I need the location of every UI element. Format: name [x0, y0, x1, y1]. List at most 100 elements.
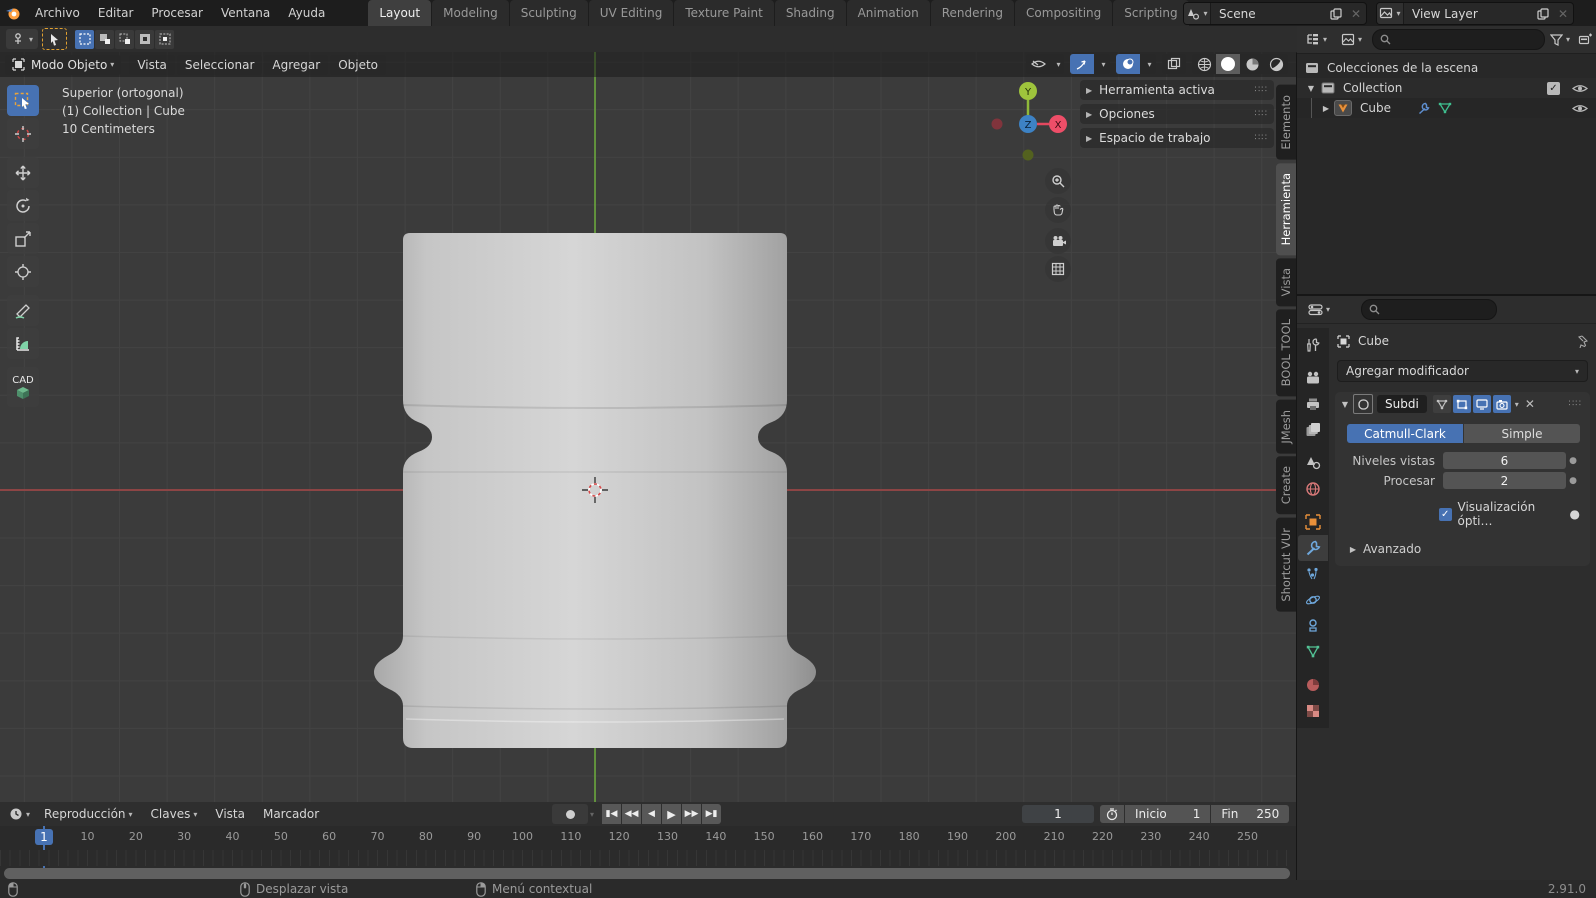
- render-levels-field[interactable]: 2: [1443, 472, 1566, 489]
- outliner-editor-type-button[interactable]: ▾: [1301, 30, 1332, 50]
- show-in-editmode-toggle[interactable]: [1452, 395, 1471, 413]
- workspace-tab-shading[interactable]: Shading: [774, 0, 846, 26]
- timeline-ruler[interactable]: 1 10 20 30 40 50 60 70 80 90 100 110 120 130 140 150 16…: [0, 826, 1296, 850]
- workspace-tab-sculpting[interactable]: Sculpting: [509, 0, 588, 26]
- workspace-tab-scripting[interactable]: Scripting: [1113, 0, 1189, 26]
- new-collection-button[interactable]: [1578, 33, 1592, 46]
- scene-copy-icon[interactable]: [1326, 3, 1346, 24]
- tool-select-box[interactable]: [7, 85, 39, 116]
- timeline-scrollbar[interactable]: [4, 868, 1290, 879]
- timeline-menu-reproducción[interactable]: Reproducción ▾: [35, 807, 142, 821]
- shading-material[interactable]: [1240, 54, 1264, 74]
- outliner-row-collection[interactable]: ▼ Collection ✓: [1297, 78, 1596, 98]
- viewport-menu-agregar[interactable]: Agregar: [264, 54, 329, 75]
- modifier-name-field[interactable]: Subdi: [1377, 395, 1427, 413]
- show-render-toggle[interactable]: [1492, 395, 1511, 413]
- pan-button[interactable]: [1045, 197, 1071, 223]
- expand-icon[interactable]: ▼: [1305, 84, 1317, 93]
- frame-start-field[interactable]: Inicio 1: [1125, 805, 1211, 823]
- drag-handle-icon[interactable]: ∷∷: [1569, 399, 1582, 409]
- tool-annotate[interactable]: [7, 295, 39, 326]
- advanced-section[interactable]: ▶ Avanzado: [1347, 542, 1590, 556]
- workspace-tab-uv-editing[interactable]: UV Editing: [588, 0, 674, 26]
- viewport-3d[interactable]: Modo Objeto ▾ Vista Seleccionar Agregar Obj…: [0, 52, 1296, 802]
- sidebar-tab-vista[interactable]: Vista: [1276, 258, 1296, 307]
- select-mode-intersect[interactable]: [155, 29, 175, 49]
- menu-ayuda[interactable]: Ayuda: [279, 0, 334, 26]
- properties-tab-scene[interactable]: [1298, 450, 1328, 476]
- modifier-close-icon[interactable]: ✕: [1525, 397, 1535, 411]
- properties-tab-world[interactable]: [1298, 476, 1328, 502]
- hide-eye-icon[interactable]: [1572, 83, 1588, 94]
- sidebar-tab-herramienta[interactable]: Herramienta: [1276, 162, 1296, 255]
- properties-tab-physics[interactable]: [1298, 587, 1328, 613]
- expand-icon[interactable]: ▶: [1320, 104, 1332, 113]
- sidebar-tab-jmesh[interactable]: JMesh: [1276, 399, 1296, 454]
- view-layer-icon[interactable]: ▾: [1377, 3, 1404, 24]
- workspace-tab-layout[interactable]: Layout: [368, 0, 432, 26]
- drag-handle-icon[interactable]: ∷∷: [1255, 133, 1268, 143]
- sidebar-tab-elemento[interactable]: Elemento: [1276, 85, 1296, 160]
- scene-icon[interactable]: ▾: [1184, 3, 1211, 24]
- outliner-display-mode-button[interactable]: ▾: [1336, 30, 1367, 50]
- catmull-clark-button[interactable]: Catmull-Clark: [1347, 424, 1463, 443]
- scene-selector[interactable]: ▾ Scene ✕: [1183, 2, 1367, 25]
- xray-toggle[interactable]: [1162, 54, 1186, 74]
- sidebar-tab-shortcut-vur[interactable]: Shortcut VUr: [1276, 517, 1296, 612]
- properties-tab-output[interactable]: [1298, 391, 1328, 417]
- outliner-filter-button[interactable]: ▾: [1549, 33, 1570, 46]
- prev-keyframe-button[interactable]: ◀◀: [622, 804, 642, 824]
- timeline-menu-claves[interactable]: Claves ▾: [142, 807, 207, 821]
- properties-tab-modifiers[interactable]: [1298, 535, 1328, 561]
- workspace-tab-animation[interactable]: Animation: [846, 0, 930, 26]
- panel-herramienta-activa[interactable]: ▶ Herramienta activa ∷∷: [1080, 80, 1274, 100]
- shading-wireframe[interactable]: [1192, 54, 1216, 74]
- modifier-wrench-icon[interactable]: [1417, 102, 1430, 115]
- show-viewport-toggle[interactable]: [1472, 395, 1491, 413]
- sidebar-tab-create[interactable]: Create: [1276, 456, 1296, 515]
- properties-tab-particles[interactable]: [1298, 561, 1328, 587]
- overlays-toggle[interactable]: [1116, 54, 1140, 74]
- gizmos-toggle[interactable]: [1070, 54, 1094, 74]
- workspace-tab-modeling[interactable]: Modeling: [432, 0, 509, 26]
- workspace-tab-compositing[interactable]: Compositing: [1015, 0, 1113, 26]
- properties-editor-type-button[interactable]: ▾: [1303, 300, 1335, 320]
- tool-move[interactable]: [7, 157, 39, 188]
- select-mode-new[interactable]: [75, 29, 95, 49]
- active-tool-button[interactable]: [42, 28, 68, 50]
- properties-tab-material[interactable]: [1298, 672, 1328, 698]
- menu-procesar[interactable]: Procesar: [142, 0, 212, 26]
- navigation-gizmo[interactable]: Y X Z: [988, 80, 1072, 168]
- play-reverse-button[interactable]: ◀: [642, 804, 662, 824]
- timeline-editor-type-button[interactable]: ▾: [4, 804, 35, 824]
- shading-solid[interactable]: [1216, 54, 1240, 74]
- jump-to-end-button[interactable]: ▶▮: [702, 804, 722, 824]
- panel-espacio-de-trabajo[interactable]: ▶ Espacio de trabajo ∷∷: [1080, 128, 1274, 148]
- panel-expand-icon[interactable]: ▼: [1339, 400, 1351, 409]
- overlays-chevron[interactable]: ▾: [1140, 54, 1156, 74]
- shading-rendered[interactable]: [1264, 54, 1288, 74]
- workspace-tab-texture-paint[interactable]: Texture Paint: [674, 0, 774, 26]
- view-layer-selector[interactable]: ▾ View Layer ✕: [1376, 2, 1574, 25]
- select-mode-extend[interactable]: [95, 29, 115, 49]
- tool-cad[interactable]: CAD: [7, 367, 39, 407]
- properties-tab-render[interactable]: [1298, 365, 1328, 391]
- viewport-menu-objeto[interactable]: Objeto: [330, 54, 387, 75]
- zoom-button[interactable]: [1045, 168, 1071, 194]
- play-button[interactable]: ▶: [662, 804, 682, 824]
- simple-button[interactable]: Simple: [1464, 424, 1580, 443]
- panel-opciones[interactable]: ▶ Opciones ∷∷: [1080, 104, 1274, 124]
- optimal-display-checkbox[interactable]: ✓: [1439, 507, 1452, 521]
- timeline-track[interactable]: [0, 850, 1296, 866]
- select-mode-subtract[interactable]: [115, 29, 135, 49]
- workspace-tab-rendering[interactable]: Rendering: [930, 0, 1015, 26]
- show-on-cage-toggle[interactable]: [1432, 395, 1451, 413]
- outliner-search-input[interactable]: [1372, 29, 1545, 50]
- mesh-data-icon[interactable]: [1438, 102, 1452, 114]
- outliner-row-scene-collection[interactable]: Colecciones de la escena: [1297, 58, 1596, 78]
- properties-tab-tool[interactable]: [1298, 332, 1328, 358]
- select-mode-invert[interactable]: [135, 29, 155, 49]
- auto-keying-toggle[interactable]: [552, 804, 588, 824]
- animate-dot[interactable]: ●: [1566, 476, 1580, 486]
- mode-selector[interactable]: Modo Objeto ▾: [5, 54, 122, 75]
